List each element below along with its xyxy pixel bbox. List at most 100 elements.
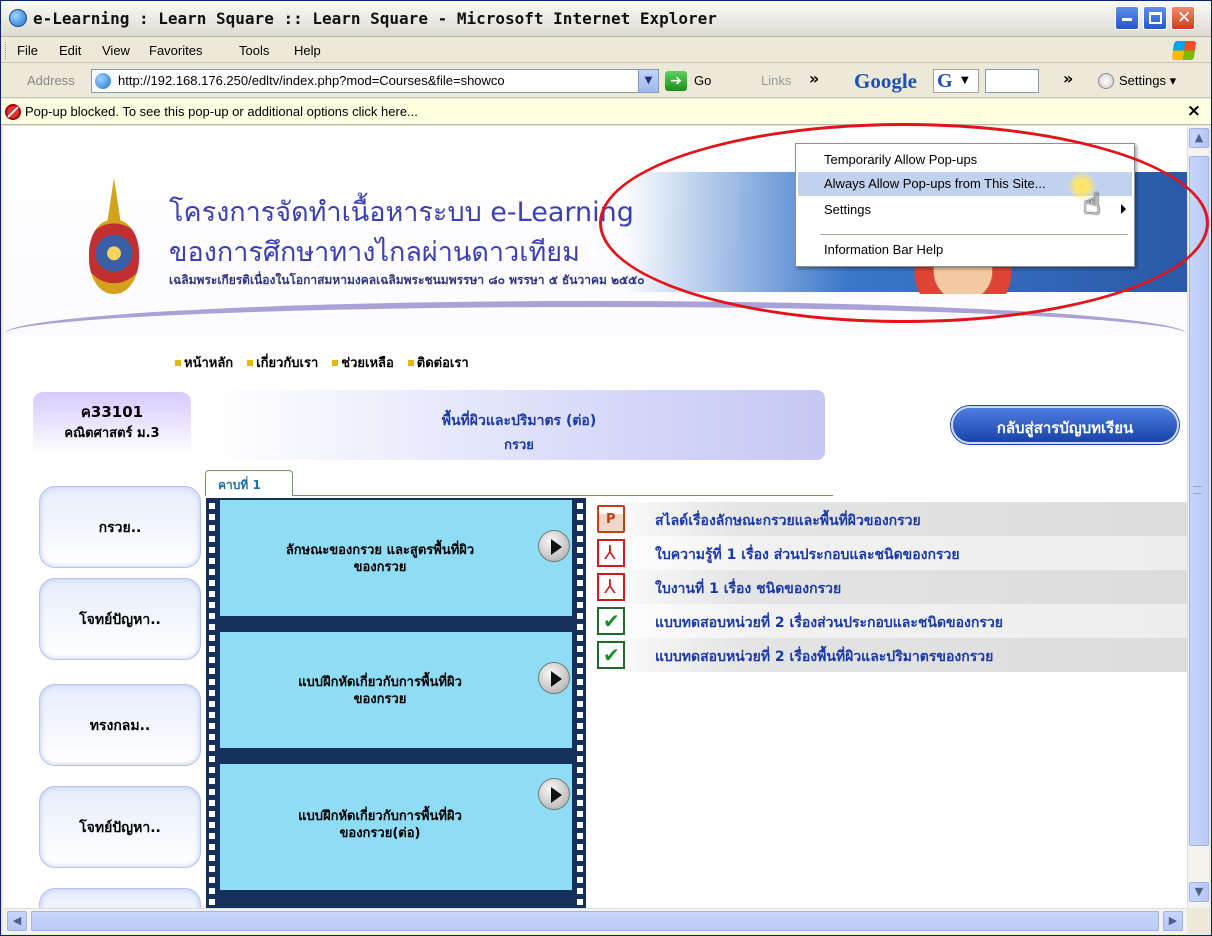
- bullet-icon: [332, 359, 339, 366]
- bullet-icon: [175, 359, 181, 366]
- settings-icon[interactable]: [1098, 73, 1114, 89]
- highlight-ellipse-annotation: [599, 123, 1209, 323]
- links-chevron-icon[interactable]: »: [809, 69, 819, 88]
- scroll-up-arrow-icon[interactable]: ▲: [1189, 128, 1209, 148]
- minimize-button[interactable]: [1115, 6, 1139, 30]
- nav-contact-label: ติดต่อเรา: [416, 356, 469, 371]
- address-input[interactable]: http://192.168.176.250/edltv/index.php?m…: [91, 69, 659, 93]
- lesson-subtitle: กรวย: [504, 438, 534, 453]
- google-menu-button[interactable]: G ▼: [933, 69, 979, 93]
- pdf-icon: [597, 539, 625, 567]
- tab-divider: [293, 495, 833, 496]
- play-icon[interactable]: [538, 530, 570, 562]
- video-clip-title: แบบฝึกหัดเกี่ยวกับการพื้นที่ผิว ของกรวย(…: [230, 808, 530, 842]
- links-button[interactable]: Links: [761, 73, 791, 88]
- sidebar-item-problem-2[interactable]: โจทย์ปัญหา..: [39, 786, 201, 868]
- toolbar-chevron-icon[interactable]: »: [1063, 69, 1073, 88]
- horizontal-scroll-thumb[interactable]: [31, 911, 1159, 931]
- scroll-left-arrow-icon[interactable]: ◀: [7, 911, 27, 931]
- vertical-scroll-thumb[interactable]: [1189, 156, 1209, 846]
- video-clip-3[interactable]: แบบฝึกหัดเกี่ยวกับการพื้นที่ผิว ของกรวย(…: [220, 764, 572, 890]
- horizontal-scrollbar[interactable]: ◀ ▶: [3, 908, 1187, 934]
- bullet-icon: [247, 359, 254, 366]
- resource-link[interactable]: ใบงานที่ 1 เรื่อง ชนิดของกรวย: [655, 578, 841, 600]
- resource-link[interactable]: แบบทดสอบหน่วยที่ 2 เรื่องส่วนประกอบและชน…: [655, 612, 1003, 634]
- nav-contact[interactable]: ติดต่อเรา: [407, 352, 469, 373]
- resource-item[interactable]: ใบความรู้ที่ 1 เรื่อง ส่วนประกอบและชนิดข…: [593, 536, 1187, 570]
- sidebar-item-next[interactable]: [39, 888, 201, 908]
- address-url[interactable]: http://192.168.176.250/edltv/index.php?m…: [118, 73, 505, 88]
- video-clip-title-line1: แบบฝึกหัดเกี่ยวกับการพื้นที่ผิว: [298, 809, 462, 824]
- video-clip-2[interactable]: แบบฝึกหัดเกี่ยวกับการพื้นที่ผิว ของกรวย: [220, 632, 572, 748]
- go-button[interactable]: Go: [694, 73, 711, 88]
- tab-period-1[interactable]: คาบที่ 1: [205, 470, 293, 496]
- settings-label: Settings: [1119, 73, 1166, 88]
- lesson-title: พื้นที่ผิวและปริมาตร (ต่อ): [441, 413, 597, 429]
- ie-icon: [9, 9, 27, 27]
- video-clip-title-line1: ลักษณะของกรวย และสูตรพื้นที่ผิว: [285, 543, 475, 558]
- info-bar-text[interactable]: Pop-up blocked. To see this pop-up or ad…: [25, 104, 418, 119]
- film-perforation-left: [206, 498, 218, 908]
- play-icon[interactable]: [538, 778, 570, 810]
- menu-edit[interactable]: Edit: [59, 43, 81, 58]
- windows-logo-icon: [1171, 41, 1197, 60]
- window-title: e-Learning : Learn Square :: Learn Squar…: [33, 9, 717, 28]
- go-arrow-icon[interactable]: ➔: [665, 71, 687, 91]
- video-clip-1[interactable]: ลักษณะของกรวย และสูตรพื้นที่ผิว ของกรวย: [220, 500, 572, 616]
- back-to-contents-button[interactable]: กลับสู่สารบัญบทเรียน: [951, 406, 1179, 444]
- maximize-icon: [1149, 12, 1162, 24]
- resource-link[interactable]: สไลด์เรื่องลักษณะกรวยและพื้นที่ผิวของกรว…: [655, 510, 921, 532]
- popup-blocked-icon: [5, 104, 21, 120]
- settings-button[interactable]: Settings ▾: [1119, 73, 1176, 89]
- sidebar-item-sphere[interactable]: ทรงกลม..: [39, 684, 201, 766]
- ppt-icon: [597, 505, 625, 533]
- info-bar-close-icon[interactable]: ×: [1187, 101, 1201, 121]
- sidebar-item-problem-1[interactable]: โจทย์ปัญหา..: [39, 578, 201, 660]
- browser-window: e-Learning : Learn Square :: Learn Squar…: [0, 0, 1212, 936]
- menu-tools[interactable]: Tools: [239, 43, 269, 58]
- minimize-icon: [1122, 18, 1132, 21]
- menu-file[interactable]: File: [17, 43, 38, 58]
- maximize-button[interactable]: [1143, 6, 1167, 30]
- resource-link[interactable]: ใบความรู้ที่ 1 เรื่อง ส่วนประกอบและชนิดข…: [655, 544, 960, 566]
- video-clip-title: ลักษณะของกรวย และสูตรพื้นที่ผิว ของกรวย: [230, 542, 530, 576]
- menu-bar: File Edit View Favorites Tools Help: [1, 38, 1211, 63]
- sidebar-item-cone[interactable]: กรวย..: [39, 486, 201, 568]
- resource-item[interactable]: สไลด์เรื่องลักษณะกรวยและพื้นที่ผิวของกรว…: [593, 502, 1187, 536]
- address-label: Address: [27, 73, 75, 88]
- chevron-down-icon: ▼: [961, 75, 969, 86]
- scroll-right-arrow-icon[interactable]: ▶: [1163, 911, 1183, 931]
- resource-link[interactable]: แบบทดสอบหน่วยที่ 2 เรื่องพื้นที่ผิวและปร…: [655, 646, 993, 668]
- nav-about[interactable]: เกี่ยวกับเรา: [247, 352, 318, 373]
- google-g-icon: G: [937, 70, 953, 92]
- course-info-box: ค33101 คณิตศาสตร์ ม.3: [33, 392, 191, 454]
- quiz-icon: [597, 607, 625, 635]
- scroll-grip: [1193, 486, 1202, 494]
- address-toolbar: Address http://192.168.176.250/edltv/ind…: [1, 64, 1211, 98]
- resource-item[interactable]: ใบงานที่ 1 เรื่อง ชนิดของกรวย: [593, 570, 1187, 604]
- popup-info-bar[interactable]: Pop-up blocked. To see this pop-up or ad…: [1, 99, 1211, 125]
- google-search-input[interactable]: [985, 69, 1039, 93]
- royal-emblem-logo: [85, 178, 143, 298]
- video-filmstrip: ลักษณะของกรวย และสูตรพื้นที่ผิว ของกรวย …: [206, 498, 586, 908]
- video-clip-title-line2: ของกรวย(ต่อ): [339, 826, 421, 841]
- close-button[interactable]: ✕: [1171, 6, 1195, 30]
- pdf-icon: [597, 573, 625, 601]
- resource-item[interactable]: แบบทดสอบหน่วยที่ 2 เรื่องพื้นที่ผิวและปร…: [593, 638, 1187, 672]
- scroll-down-arrow-icon[interactable]: ▼: [1189, 882, 1209, 902]
- nav-home[interactable]: หน้าหลัก: [175, 352, 233, 373]
- close-icon: ✕: [1177, 8, 1192, 28]
- banner-title-line2: ของการศึกษาทางไกลผ่านดาวเทียม: [169, 237, 580, 268]
- play-icon[interactable]: [538, 662, 570, 694]
- resource-item[interactable]: แบบทดสอบหน่วยที่ 2 เรื่องส่วนประกอบและชน…: [593, 604, 1187, 638]
- address-dropdown-button[interactable]: ▼: [638, 70, 658, 92]
- video-clip-title: แบบฝึกหัดเกี่ยวกับการพื้นที่ผิว ของกรวย: [230, 674, 530, 708]
- nav-home-label: หน้าหลัก: [184, 356, 234, 371]
- menu-view[interactable]: View: [102, 43, 130, 58]
- video-clip-title-line1: แบบฝึกหัดเกี่ยวกับการพื้นที่ผิว: [298, 675, 462, 690]
- google-logo: Google: [854, 69, 917, 93]
- sidebar-item-label: กรวย..: [98, 520, 142, 536]
- menu-favorites[interactable]: Favorites: [149, 43, 202, 58]
- nav-help[interactable]: ช่วยเหลือ: [332, 352, 394, 373]
- menu-help[interactable]: Help: [294, 43, 321, 58]
